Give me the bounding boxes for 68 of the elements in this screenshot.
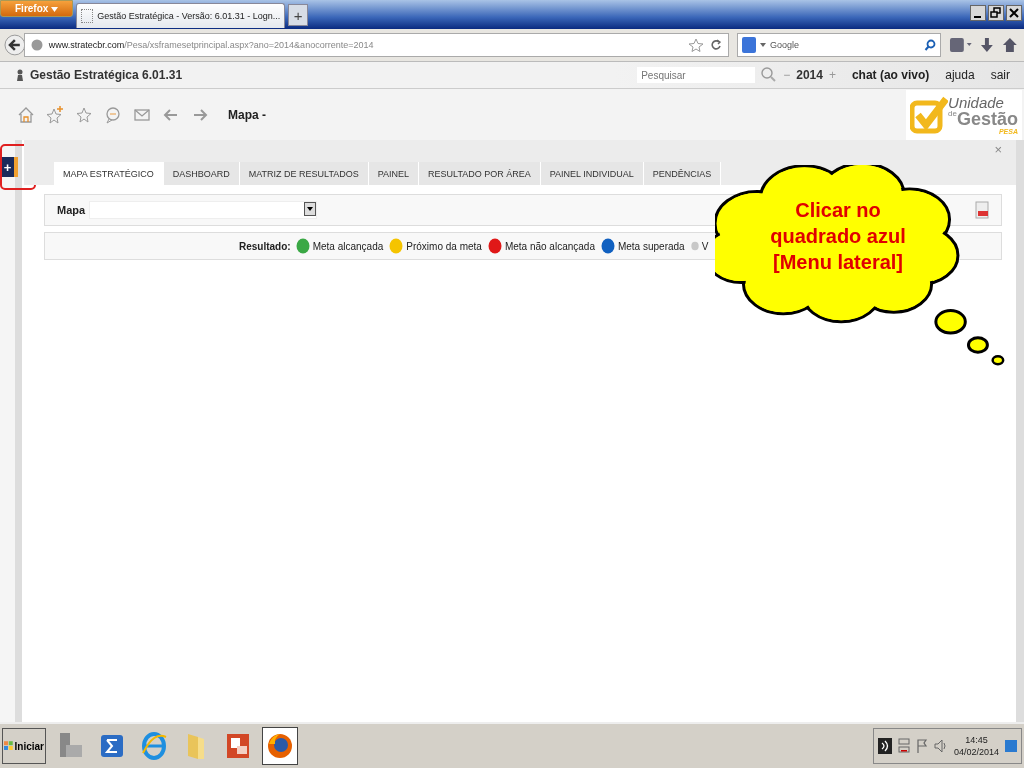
logo-text: de bbox=[948, 108, 957, 118]
legend-text: Próximo da meta bbox=[406, 240, 482, 252]
search-field[interactable]: Pesquisar bbox=[637, 67, 756, 83]
figure-icon bbox=[16, 69, 24, 81]
header-link[interactable]: ajuda bbox=[945, 68, 975, 82]
tab[interactable]: PAINEL INDIVIDUAL bbox=[540, 162, 644, 185]
legend-label: Resultado: bbox=[239, 240, 291, 252]
speaker-icon[interactable] bbox=[933, 738, 948, 754]
chat-icon[interactable] bbox=[104, 105, 122, 124]
search-engine-name: Google bbox=[770, 40, 800, 50]
logo-text: Unidade bbox=[948, 94, 1005, 110]
clock-date: 04/02/2014 bbox=[953, 746, 999, 758]
network-icon[interactable] bbox=[897, 738, 910, 754]
legend-text: V bbox=[701, 240, 709, 252]
back-icon[interactable] bbox=[4, 34, 26, 56]
show-desktop-icon[interactable] bbox=[1005, 738, 1017, 754]
close-icon[interactable] bbox=[1006, 5, 1022, 21]
home-icon[interactable] bbox=[17, 105, 35, 124]
start-button[interactable]: Iniciar bbox=[2, 728, 46, 764]
scrollbar[interactable] bbox=[1016, 140, 1024, 722]
filter-label: Mapa bbox=[57, 204, 86, 216]
callout-text: [Menu lateral] bbox=[773, 250, 903, 275]
tab[interactable]: MAPA ESTRATÉGICO bbox=[54, 162, 164, 185]
tab[interactable]: DASHBOARD bbox=[163, 162, 240, 185]
caret-icon[interactable] bbox=[760, 43, 767, 47]
legend-text: Meta alcançada bbox=[312, 240, 384, 252]
clock-time: 14:45 bbox=[965, 734, 988, 746]
presentation-icon bbox=[225, 732, 251, 760]
sigma-icon bbox=[99, 733, 125, 759]
search-icon[interactable] bbox=[923, 39, 936, 51]
bookmarks-icon[interactable] bbox=[948, 37, 973, 53]
bookmark-star-icon[interactable] bbox=[688, 38, 705, 52]
header-link[interactable]: sair bbox=[990, 68, 1010, 82]
add-favorite-icon[interactable] bbox=[46, 105, 64, 124]
e-logo-icon bbox=[140, 731, 168, 761]
url-text: www.stratecbr.com/Pesa/xsframesetprincipal.aspx?ano=2014&anocorrente=2014 bbox=[48, 40, 374, 50]
taskbar-app[interactable] bbox=[262, 727, 298, 765]
globe-fox-icon bbox=[266, 732, 294, 760]
pdf-icon[interactable] bbox=[975, 201, 989, 219]
minimize-icon[interactable] bbox=[970, 5, 986, 21]
page-title: Mapa - bbox=[228, 107, 266, 122]
logo-text: Gestão bbox=[956, 108, 1018, 129]
search-field[interactable]: Google bbox=[737, 33, 941, 57]
browser-tab[interactable]: Gestão Estratégica - Versão: 6.01.31 - Logn... bbox=[76, 3, 286, 28]
tab[interactable]: MATRIZ DE RESULTADOS bbox=[239, 162, 369, 185]
flag-icon[interactable] bbox=[915, 738, 928, 754]
globe-icon bbox=[30, 39, 43, 51]
tab[interactable]: RESULTADO POR ÁREA bbox=[419, 162, 541, 185]
home-icon[interactable] bbox=[1002, 37, 1018, 53]
checkmark-icon bbox=[910, 94, 949, 135]
legend-text: Meta superada bbox=[617, 240, 685, 252]
callout-text: quadrado azul bbox=[770, 224, 906, 249]
caret-icon bbox=[51, 7, 59, 12]
wireless-icon[interactable] bbox=[877, 738, 892, 754]
windows-logo-icon bbox=[4, 740, 14, 752]
reload-icon[interactable] bbox=[710, 39, 723, 51]
new-tab-button[interactable]: + bbox=[288, 4, 309, 26]
restore-icon[interactable] bbox=[988, 5, 1004, 21]
legend-text: Meta não alcançada bbox=[504, 240, 595, 252]
year-label: 2014 bbox=[796, 68, 823, 82]
address-field[interactable]: www.stratecbr.com/Pesa/xsframesetprincipal.aspx?ano=2014&anocorrente=2014 bbox=[23, 33, 730, 57]
app-title: Gestão Estratégica 6.01.31 bbox=[30, 68, 183, 82]
tab[interactable]: PENDÊNCIAS bbox=[643, 162, 722, 185]
download-icon[interactable] bbox=[980, 37, 995, 53]
star-icon[interactable] bbox=[75, 105, 93, 124]
callout-text: Clicar no bbox=[795, 198, 881, 223]
tab[interactable]: PAINEL bbox=[368, 162, 420, 185]
header-link[interactable]: chat (ao vivo) bbox=[851, 68, 930, 82]
